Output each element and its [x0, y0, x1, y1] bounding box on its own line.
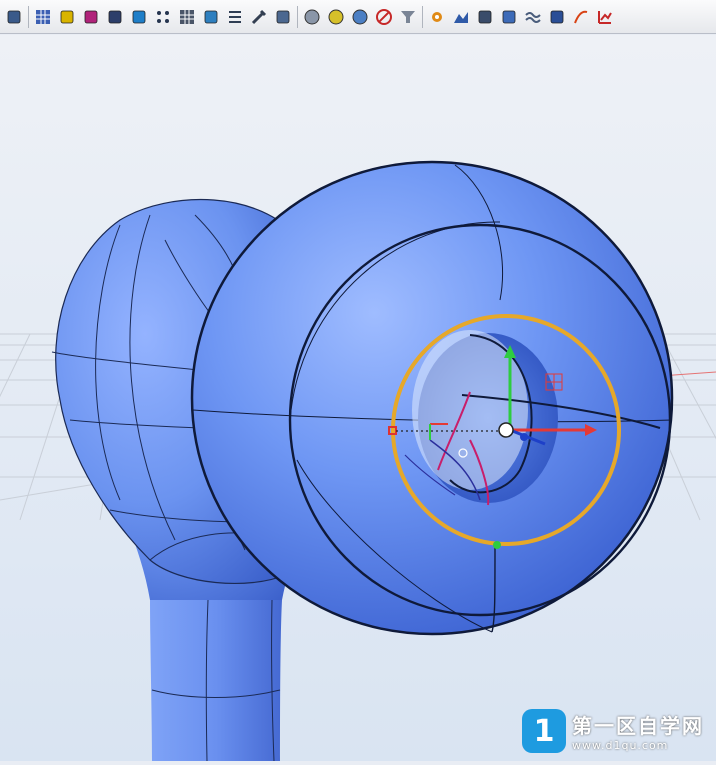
toolbar-button-draw-curve[interactable]	[571, 6, 591, 28]
mesh-grid-icon	[36, 9, 50, 24]
wrench-icon	[251, 9, 267, 24]
toolbar-button-cube-wireframe[interactable]	[81, 6, 101, 28]
dimension-icon	[108, 10, 122, 23]
toolbar-button-group[interactable]	[273, 6, 293, 28]
manip-center-handle[interactable]	[498, 422, 514, 438]
toolbar-button-solid-box[interactable]	[129, 6, 149, 28]
toolbar-separator	[297, 5, 298, 28]
sphere-gray-icon	[304, 9, 320, 24]
sphere-yellow-icon	[328, 9, 344, 24]
toolbar-separator	[28, 5, 29, 28]
chart-arrows-icon	[598, 10, 612, 24]
wave-icon	[525, 11, 541, 23]
book-icon	[502, 10, 516, 23]
watermark: 1 第一区自学网 www.d1qu.com	[522, 709, 704, 753]
solid-box-icon	[132, 10, 146, 23]
layers-icon	[478, 10, 492, 23]
toolbar-button-wrench[interactable]	[249, 6, 269, 28]
toolbar-button-wave[interactable]	[523, 6, 543, 28]
toolbar-button-terrain[interactable]	[451, 6, 471, 28]
terrain-icon	[454, 11, 468, 23]
watermark-text: 第一区自学网 www.d1qu.com	[572, 710, 704, 752]
toolbar-button-mesh-grid[interactable]	[33, 6, 53, 28]
watermark-logo: 1	[522, 709, 566, 753]
panel-icon	[550, 10, 564, 23]
toolbar-button-grid-select[interactable]	[177, 6, 197, 28]
toolbar-button-no-entry[interactable]	[374, 6, 394, 28]
no-entry-icon	[376, 8, 392, 25]
toolbar-button-sphere-yellow[interactable]	[326, 6, 346, 28]
toolbar-separator	[422, 5, 423, 28]
3d-viewport[interactable]: 1 第一区自学网 www.d1qu.com	[0, 35, 716, 762]
toolbar-button-cube-yellow[interactable]	[57, 6, 77, 28]
toolbar-button-dimension[interactable]	[105, 6, 125, 28]
funnel-icon	[401, 10, 415, 23]
gear-puzzle-icon	[432, 11, 442, 22]
toolbar-button-sphere-gray[interactable]	[302, 6, 322, 28]
paint-brush-icon	[7, 10, 21, 23]
toolbar-button-surface-strip[interactable]	[201, 6, 221, 28]
toolbar-button-sphere-blue[interactable]	[350, 6, 370, 28]
toolbar-button-funnel[interactable]	[398, 6, 418, 28]
toolbar-button-panel[interactable]	[547, 6, 567, 28]
toolbar-button-list[interactable]	[225, 6, 245, 28]
main-toolbar	[0, 0, 716, 34]
curve-cv-bottom[interactable]	[493, 541, 501, 549]
toolbar-button-chart-arrows[interactable]	[595, 6, 615, 28]
toolbar-button-gear-puzzle[interactable]	[427, 6, 447, 28]
cube-yellow-icon	[60, 10, 74, 23]
viewport-canvas[interactable]	[0, 35, 716, 762]
watermark-url: www.d1qu.com	[572, 739, 669, 752]
sphere-blue-icon	[352, 9, 368, 24]
toolbar-button-paint-brush[interactable]	[4, 6, 24, 28]
control-points-icon	[157, 10, 169, 23]
surface-strip-icon	[204, 10, 218, 23]
cube-wireframe-icon	[84, 10, 98, 23]
list-icon	[229, 10, 241, 23]
toolbar-button-control-points[interactable]	[153, 6, 173, 28]
stem-body	[150, 600, 282, 761]
watermark-title: 第一区自学网	[572, 714, 704, 738]
manip-z-handle[interactable]	[520, 433, 528, 441]
draw-curve-icon	[574, 10, 588, 23]
grid-select-icon	[180, 9, 194, 24]
group-icon	[276, 10, 290, 23]
toolbar-button-layers[interactable]	[475, 6, 495, 28]
toolbar-button-book[interactable]	[499, 6, 519, 28]
